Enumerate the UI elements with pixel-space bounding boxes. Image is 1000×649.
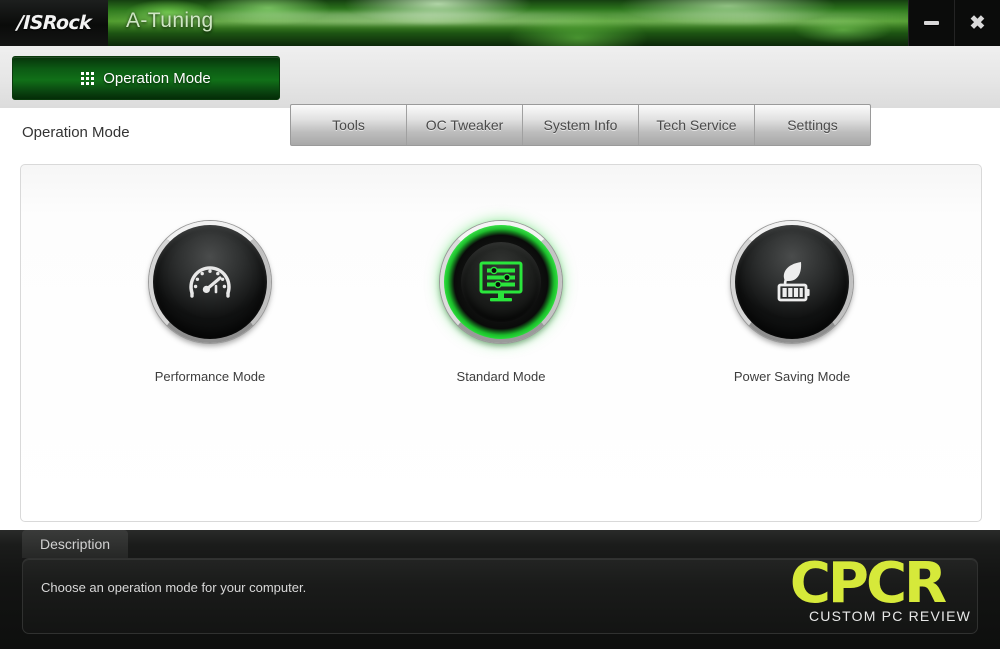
window-controls: ✖ (908, 0, 1000, 46)
tab-settings-label: Settings (787, 117, 838, 133)
tab-system-info-label: System Info (543, 117, 618, 133)
tab-bar: Operation Mode Tools OC Tweaker System I… (0, 46, 1000, 146)
description-footer: Description Choose an operation mode for… (0, 530, 1000, 649)
header-banner-graphic: A-Tuning (108, 0, 910, 46)
description-text: Choose an operation mode for your comput… (41, 580, 307, 595)
banner-sheen (108, 12, 910, 25)
tab-oc-tweaker[interactable]: OC Tweaker (407, 105, 523, 145)
mode-performance-label: Performance Mode (154, 369, 266, 384)
main-content-panel: Performance Mode Standard Mode Power Sav… (20, 164, 982, 522)
tab-operation-mode-label: Operation Mode (103, 69, 211, 87)
leaf-battery-icon (777, 262, 810, 302)
monitor-sliders-icon (479, 261, 523, 302)
app-title: A-Tuning (126, 9, 214, 32)
tab-tools-label: Tools (332, 117, 365, 133)
asrock-logo-text: /ISRock (16, 12, 92, 34)
a-tuning-window: A-Tuning /ISRock ✖ Operation Mode Tools (0, 0, 1000, 649)
secondary-tabs: Tools OC Tweaker System Info Tech Servic… (290, 104, 871, 146)
tab-system-info[interactable]: System Info (523, 105, 639, 145)
description-box: Choose an operation mode for your comput… (22, 558, 978, 634)
mode-option-power-saving[interactable]: Power Saving Mode (717, 221, 867, 384)
minimize-icon (924, 21, 939, 25)
mode-standard-puck (440, 221, 562, 343)
speedometer-icon (189, 266, 231, 298)
tab-settings[interactable]: Settings (755, 105, 870, 145)
mode-standard-label: Standard Mode (456, 369, 546, 384)
grid-icon (81, 71, 95, 85)
tab-tech-service[interactable]: Tech Service (639, 105, 755, 145)
close-icon: ✖ (969, 12, 986, 34)
tab-tech-service-label: Tech Service (656, 117, 737, 133)
minimize-button[interactable] (908, 0, 954, 46)
mode-option-performance[interactable]: Performance Mode (135, 221, 285, 384)
page-title: Operation Mode (22, 124, 130, 141)
title-bar: A-Tuning /ISRock ✖ (0, 0, 1000, 46)
tab-tools[interactable]: Tools (291, 105, 407, 145)
operation-mode-options: Performance Mode Standard Mode Power Sav… (21, 221, 981, 384)
mode-power-saving-label: Power Saving Mode (733, 369, 851, 384)
mode-performance-puck (149, 221, 271, 343)
tab-operation-mode[interactable]: Operation Mode (12, 56, 280, 100)
asrock-logo: /ISRock (0, 0, 108, 46)
close-button[interactable]: ✖ (954, 0, 1000, 46)
description-header: Description (22, 530, 129, 558)
tab-oc-tweaker-label: OC Tweaker (425, 117, 504, 133)
mode-power-saving-puck (731, 221, 853, 343)
mode-option-standard[interactable]: Standard Mode (426, 221, 576, 384)
